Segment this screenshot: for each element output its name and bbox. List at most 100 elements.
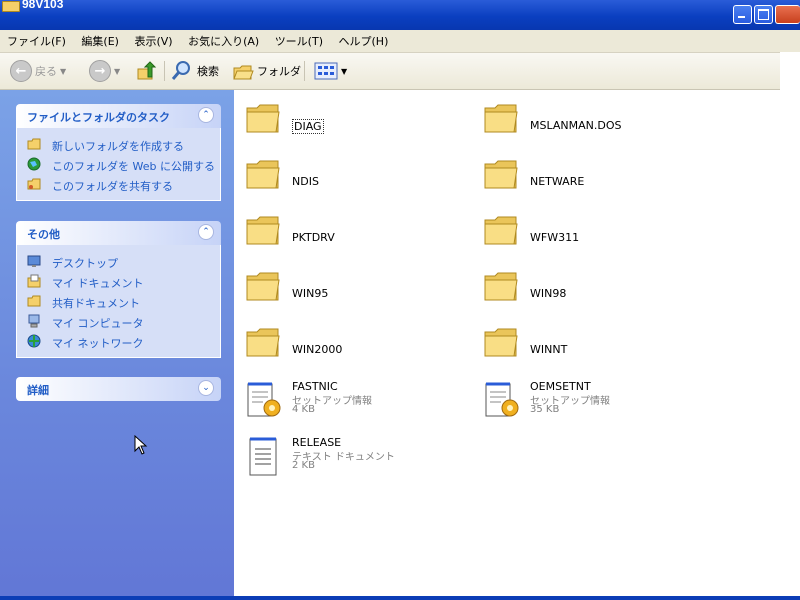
folders-button[interactable]: フォルダ xyxy=(232,59,301,83)
folder-item-winnt[interactable]: WINNT xyxy=(473,322,713,370)
panel-header[interactable]: その他 ⌃ xyxy=(16,221,221,245)
place-my-computer[interactable]: マイ コンピュータ xyxy=(17,311,220,331)
folder-item-wfw311[interactable]: WFW311 xyxy=(473,210,713,258)
task-label: 新しいフォルダを作成する xyxy=(52,140,184,153)
toolbar: ← 戻る ▼ → ▼ 検索 フォルダ ▼ xyxy=(0,53,780,90)
search-label: 検索 xyxy=(197,65,219,78)
other-places-panel: その他 ⌃ デスクトップ マイ ドキュメント 共有ドキュメント マイ コンピュー… xyxy=(16,221,221,358)
maximize-button[interactable] xyxy=(754,5,773,24)
place-label: マイ ネットワーク xyxy=(52,337,144,350)
window-bottom-edge xyxy=(0,596,800,600)
file-folder-tasks-panel: ファイルとフォルダのタスク ⌃ 新しいフォルダを作成する このフォルダを Web… xyxy=(16,104,221,201)
my-computer-icon xyxy=(27,314,41,328)
panel-body: 新しいフォルダを作成する このフォルダを Web に公開する このフォルダを共有… xyxy=(16,128,221,201)
file-item-fastnic[interactable]: FASTNIC セットアップ情報 4 KB xyxy=(235,380,465,428)
search-button[interactable]: 検索 xyxy=(170,59,219,83)
views-icon xyxy=(314,62,338,80)
chevron-down-icon[interactable]: ▼ xyxy=(60,67,66,76)
text-document-icon xyxy=(249,437,277,476)
folder-item-win2000[interactable]: WIN2000 xyxy=(235,322,465,370)
collapse-icon[interactable]: ⌃ xyxy=(198,107,214,123)
menu-file[interactable]: ファイル(F) xyxy=(0,30,72,52)
folder-name: NETWARE xyxy=(530,175,585,188)
folder-item-netware[interactable]: NETWARE xyxy=(473,154,713,202)
close-button[interactable] xyxy=(775,5,800,24)
folder-name: WIN2000 xyxy=(292,343,343,356)
panel-title: 詳細 xyxy=(27,384,49,397)
folder-item-win95[interactable]: WIN95 xyxy=(235,266,465,314)
panel-header[interactable]: 詳細 ⌄ xyxy=(16,377,221,401)
folder-icon xyxy=(2,1,20,12)
place-my-network[interactable]: マイ ネットワーク xyxy=(17,331,220,351)
details-panel: 詳細 ⌄ xyxy=(16,377,221,401)
forward-button[interactable]: → ▼ xyxy=(89,59,120,83)
place-label: マイ ドキュメント xyxy=(52,277,144,290)
folder-item-ndis[interactable]: NDIS xyxy=(235,154,465,202)
folder-name: WFW311 xyxy=(530,231,580,244)
menu-view[interactable]: 表示(V) xyxy=(128,30,178,52)
task-label: このフォルダを共有する xyxy=(52,180,173,193)
folder-icon xyxy=(484,328,518,357)
forward-arrow-icon: → xyxy=(89,60,111,82)
setup-information-icon xyxy=(247,382,281,417)
folder-name: WIN98 xyxy=(530,287,567,300)
up-folder-button[interactable] xyxy=(136,59,158,83)
task-share-folder[interactable]: このフォルダを共有する xyxy=(17,174,220,194)
back-button[interactable]: ← 戻る ▼ xyxy=(10,59,66,83)
panel-title: その他 xyxy=(27,228,60,241)
folder-icon xyxy=(484,272,518,301)
chevron-down-icon[interactable]: ▼ xyxy=(341,67,347,76)
title-bar[interactable]: 98V103 xyxy=(0,0,800,30)
place-desktop[interactable]: デスクトップ xyxy=(17,251,220,271)
task-new-folder[interactable]: 新しいフォルダを作成する xyxy=(17,134,220,154)
desktop-icon xyxy=(27,254,41,268)
folder-item-win98[interactable]: WIN98 xyxy=(473,266,713,314)
folder-item-mslanman[interactable]: MSLANMAN.DOS xyxy=(473,98,713,146)
folder-item-pktdrv[interactable]: PKTDRV xyxy=(235,210,465,258)
task-publish-web[interactable]: このフォルダを Web に公開する xyxy=(17,154,220,174)
folder-name: DIAG xyxy=(292,119,324,134)
folders-icon xyxy=(233,65,254,80)
chevron-down-icon[interactable]: ▼ xyxy=(114,67,120,76)
folder-item-diag[interactable]: DIAG xyxy=(235,98,465,146)
place-my-documents[interactable]: マイ ドキュメント xyxy=(17,271,220,291)
folder-icon xyxy=(484,104,518,133)
up-folder-icon xyxy=(137,61,157,80)
folder-icon xyxy=(246,104,280,133)
menu-tools[interactable]: ツール(T) xyxy=(269,30,329,52)
folder-icon xyxy=(246,160,280,189)
file-size: 2 KB xyxy=(292,460,315,471)
globe-icon xyxy=(27,157,41,171)
panel-header[interactable]: ファイルとフォルダのタスク ⌃ xyxy=(16,104,221,128)
expand-icon[interactable]: ⌄ xyxy=(198,380,214,396)
minimize-button[interactable] xyxy=(733,5,752,24)
menu-bar-edge xyxy=(780,30,800,52)
file-item-oemsetnt[interactable]: OEMSETNT セットアップ情報 35 KB xyxy=(473,380,713,428)
file-item-release[interactable]: RELEASE テキスト ドキュメント 2 KB xyxy=(235,436,465,484)
setup-information-icon xyxy=(485,382,519,417)
toolbar-separator xyxy=(164,61,165,81)
folder-name: NDIS xyxy=(292,175,319,188)
menu-edit[interactable]: 編集(E) xyxy=(75,30,125,52)
place-shared-documents[interactable]: 共有ドキュメント xyxy=(17,291,220,311)
menu-help[interactable]: ヘルプ(H) xyxy=(333,30,395,52)
panel-title: ファイルとフォルダのタスク xyxy=(27,111,170,124)
panel-body: デスクトップ マイ ドキュメント 共有ドキュメント マイ コンピュータ マイ ネ… xyxy=(16,245,221,358)
toolbar-separator xyxy=(304,61,305,81)
menu-favorites[interactable]: お気に入り(A) xyxy=(182,30,265,52)
place-label: デスクトップ xyxy=(52,257,118,270)
folder-name: WINNT xyxy=(530,343,568,356)
mouse-cursor-icon xyxy=(134,435,148,455)
file-size: 4 KB xyxy=(292,404,315,415)
file-list: DIAG MSLANMAN.DOS NDIS NETWARE PKTDRV WF… xyxy=(235,90,780,596)
my-network-icon xyxy=(27,334,41,348)
place-label: 共有ドキュメント xyxy=(52,297,140,310)
views-button[interactable]: ▼ xyxy=(314,59,347,83)
menu-bar: ファイル(F) 編集(E) 表示(V) お気に入り(A) ツール(T) ヘルプ(… xyxy=(0,30,780,53)
collapse-icon[interactable]: ⌃ xyxy=(198,224,214,240)
search-icon xyxy=(171,61,190,80)
folder-name: PKTDRV xyxy=(292,231,335,244)
shared-documents-icon xyxy=(27,294,41,308)
back-arrow-icon: ← xyxy=(10,60,32,82)
task-pane: ファイルとフォルダのタスク ⌃ 新しいフォルダを作成する このフォルダを Web… xyxy=(0,90,234,596)
